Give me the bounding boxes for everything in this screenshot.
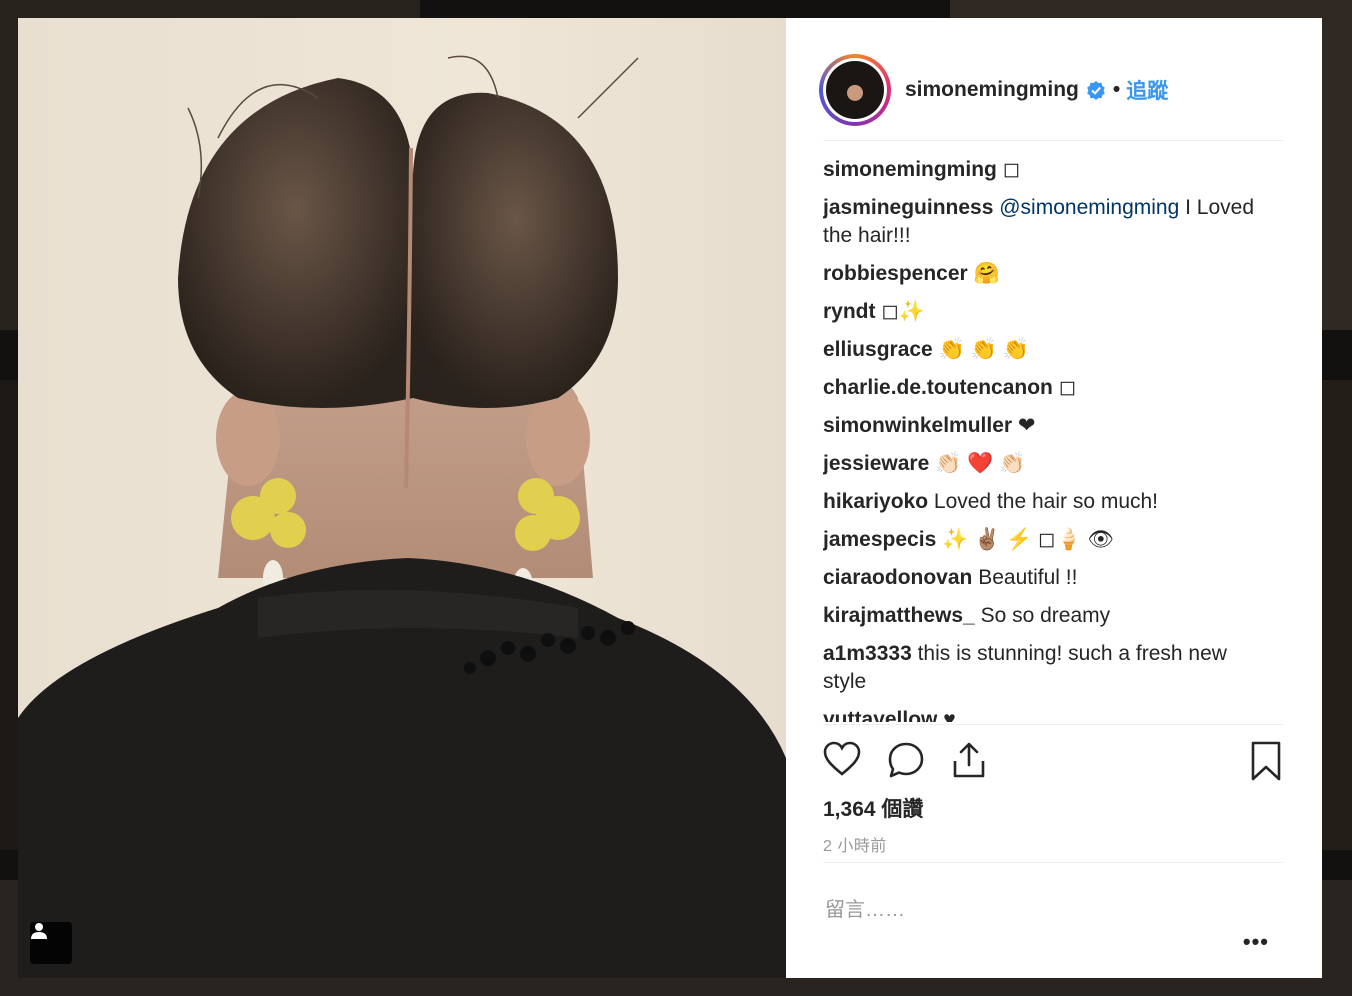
comment-item: hikariyoko Loved the hair so much! [823,488,1263,516]
post-header: simonemingming • 追蹤 [819,40,1283,141]
comment-username[interactable]: jessieware [823,452,929,475]
comment-text: Beautiful !! [978,566,1078,589]
post-sidebar: simonemingming • 追蹤 simonemingming ◻ jas… [786,18,1322,978]
bookmark-icon[interactable] [1250,741,1282,781]
heart-icon[interactable] [823,741,861,777]
add-comment-section: ••• [823,862,1283,963]
comment-item: kirajmatthews_ So so dreamy [823,602,1263,630]
action-bar [823,724,1283,789]
comment-bubble-icon[interactable] [887,741,925,779]
comment-mention[interactable]: @simonemingming [999,196,1179,219]
photo-illustration [18,55,786,978]
comment-username[interactable]: elliusgrace [823,338,933,361]
separator-dot: • [1112,78,1121,101]
comment-username[interactable]: jasmineguinness [823,196,993,219]
comment-item: simonwinkelmuller ❤ [823,412,1263,440]
post-photo [18,18,786,978]
like-count[interactable]: 1,364 個讚 [823,793,923,823]
comment-text: ✨ ✌🏽 ⚡ ◻🍦 👁 [942,528,1115,551]
share-icon[interactable] [951,741,987,779]
comment-item: elliusgrace 👏 👏 👏 [823,336,1263,364]
comment-username[interactable]: hikariyoko [823,490,928,513]
comment-input[interactable] [823,893,1227,927]
comment-item: jessieware 👏🏻 ❤️ 👏🏻 [823,450,1263,478]
user-tag-button[interactable] [30,922,72,964]
follow-button[interactable]: 追蹤 [1126,75,1168,105]
comment-text: ◻ [1002,158,1021,181]
comment-text: 🤗 [973,262,1000,285]
author-username[interactable]: simonemingming [905,78,1079,102]
comment-text: ❤ [1017,414,1036,437]
comment-item: jasmineguinness @simonemingming I Loved … [823,194,1263,250]
comment-item: ciaraodonovan Beautiful !! [823,564,1263,592]
comment-username[interactable]: robbiespencer [823,262,968,285]
comment-username[interactable]: ryndt [823,300,876,323]
comment-item: simonemingming ◻ [823,156,1263,184]
comment-item: a1m3333 this is stunning! such a fresh n… [823,640,1263,696]
comment-username[interactable]: yuttayellow [823,708,937,722]
comment-username[interactable]: kirajmatthews_ [823,604,975,627]
comment-text: Loved the hair so much! [933,490,1159,513]
comment-item: ryndt ◻✨ [823,298,1263,326]
comment-username[interactable]: simonemingming [823,158,997,181]
comment-text: 👏 👏 👏 [938,338,1029,361]
comment-list[interactable]: simonemingming ◻ jasmineguinness @simone… [823,156,1263,722]
comment-item: yuttayellow ♥ [823,706,1263,722]
comment-username[interactable]: charlie.de.toutencanon [823,376,1053,399]
comment-text: So so dreamy [980,604,1111,627]
avatar[interactable] [819,54,891,126]
comment-item: jamespecis ✨ ✌🏽 ⚡ ◻🍦 👁 [823,526,1263,554]
user-tag-icon [31,923,47,939]
comment-text: ♥ [943,708,956,722]
comment-text: ◻✨ [881,300,925,323]
comment-username[interactable]: a1m3333 [823,642,912,665]
comment-username[interactable]: ciaraodonovan [823,566,972,589]
post-modal: simonemingming • 追蹤 simonemingming ◻ jas… [18,18,1322,978]
verified-badge-icon [1087,81,1105,100]
post-timestamp[interactable]: 2 小時前 [823,832,887,856]
comment-username[interactable]: simonwinkelmuller [823,414,1012,437]
comment-item: robbiespencer 🤗 [823,260,1263,288]
comment-username[interactable]: jamespecis [823,528,936,551]
comment-text: 👏🏻 ❤️ 👏🏻 [935,452,1026,475]
comment-text: ◻ [1058,376,1077,399]
more-options-button[interactable]: ••• [1243,929,1269,955]
comment-item: charlie.de.toutencanon ◻ [823,374,1263,402]
